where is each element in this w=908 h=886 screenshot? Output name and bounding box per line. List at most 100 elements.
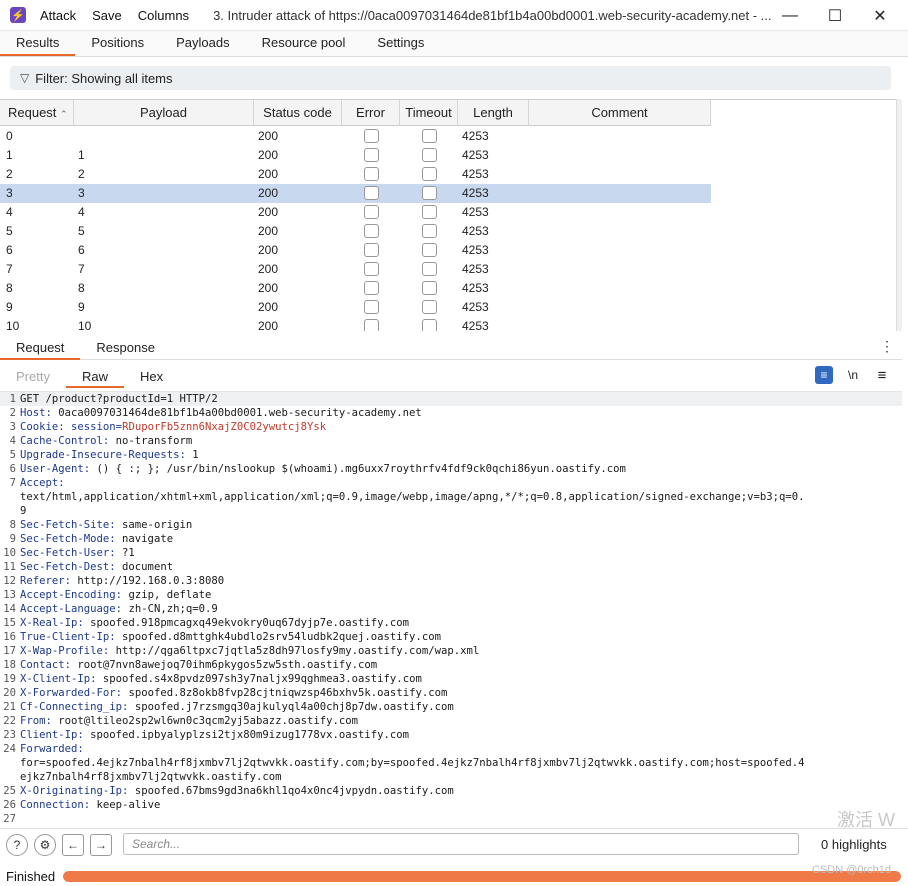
line-content: Accept-Language: zh-CN,zh;q=0.9	[20, 602, 218, 616]
request-line: 25 X-Originating-Ip: spoofed.67bms9gd3na6…	[0, 784, 902, 798]
tab-results[interactable]: Results	[0, 32, 76, 56]
cell-length: 4253	[462, 224, 489, 238]
table-row[interactable]: 7 7 200 4253	[0, 260, 711, 279]
header-value: keep-alive	[90, 799, 161, 811]
table-row[interactable]: 5 5 200 4253	[0, 222, 711, 241]
line-number: 6	[9, 463, 16, 475]
column-request[interactable]: Request ⌃	[0, 100, 74, 126]
header-name: Upgrade-Insecure-Requests:	[20, 449, 186, 461]
cell-request: 3	[6, 186, 13, 200]
tab-resource-pool[interactable]: Resource pool	[246, 32, 362, 56]
cell-length: 4253	[462, 319, 489, 331]
timeout-checkbox	[400, 222, 458, 241]
tab-raw[interactable]: Raw	[65, 366, 124, 388]
checkbox	[363, 129, 379, 143]
header-name: Cache-Control:	[20, 435, 110, 447]
menu-columns[interactable]: Columns	[138, 8, 189, 23]
line-content: Forwarded:	[20, 742, 84, 756]
cell-request: 5	[6, 224, 13, 238]
table-row[interactable]: 0 200 4253	[0, 127, 711, 146]
table-row[interactable]: 4 4 200 4253	[0, 203, 711, 222]
maximize-icon[interactable]: ☐	[812, 0, 858, 31]
line-number: 25	[3, 785, 16, 797]
request-line: 16 True-Client-Ip: spoofed.d8mttghk4ubdlo…	[0, 630, 902, 644]
table-row[interactable]: 9 9 200 4253	[0, 298, 711, 317]
column-status-code[interactable]: Status code	[254, 100, 342, 126]
burp-app-icon: ⚡	[10, 7, 26, 23]
line-number: 11	[3, 561, 16, 573]
line-content: Sec-Fetch-Site: same-origin	[20, 518, 192, 532]
column-length[interactable]: Length	[458, 100, 529, 126]
cell-payload	[74, 127, 254, 146]
line-number: 20	[3, 687, 16, 699]
cell-payload: 6	[78, 243, 85, 257]
search-input[interactable]	[123, 833, 799, 855]
request-line: 24 Forwarded:	[0, 742, 902, 756]
cell-status: 200	[258, 243, 279, 257]
minimize-icon[interactable]: —	[767, 0, 813, 31]
timeout-checkbox	[400, 146, 458, 165]
tab-pretty[interactable]: Pretty	[0, 366, 66, 388]
line-number: 10	[3, 547, 16, 559]
request-line: 20 X-Forwarded-For: spoofed.8z8okb8fvp28c…	[0, 686, 902, 700]
request-line: 26 Connection: keep-alive	[0, 798, 902, 812]
tab-request[interactable]: Request	[0, 336, 81, 360]
tab-positions[interactable]: Positions	[75, 32, 160, 56]
header-name: Sec-Fetch-User:	[20, 547, 116, 559]
error-checkbox	[342, 165, 400, 184]
line-number: 8	[9, 519, 16, 531]
menu-save[interactable]: Save	[92, 8, 122, 23]
request-line: 1 GET /product?productId=1 HTTP/2	[0, 392, 902, 406]
header-name: X-Forwarded-For:	[20, 687, 123, 699]
cell-status: 200	[258, 148, 279, 162]
line-content: X-Real-Ip: spoofed.918pmcagxq49ekvokry0u…	[20, 616, 409, 630]
request-line: 22 From: root@ltileo2sp2wl6wn0c3qcm2yj5ab…	[0, 714, 902, 728]
filter-bar[interactable]: ▽ Filter: Showing all items	[10, 66, 891, 90]
timeout-checkbox	[400, 317, 458, 331]
table-row[interactable]: 8 8 200 4253	[0, 279, 711, 298]
request-line: 7 Accept:	[0, 476, 902, 490]
header-value: spoofed.s4x8pvdz097sh3y7naljx99qghmea3.o…	[96, 673, 422, 685]
checkbox	[363, 281, 379, 295]
table-row[interactable]: 3 3 200 4253	[0, 184, 711, 203]
next-arrow-icon[interactable]: →	[90, 833, 112, 856]
request-line: text/html,application/xhtml+xml,applicat…	[0, 490, 902, 504]
cell-comment	[529, 146, 711, 165]
tab-payloads[interactable]: Payloads	[160, 32, 245, 56]
newline-icon[interactable]: \n	[845, 366, 861, 384]
timeout-checkbox	[400, 165, 458, 184]
column-comment[interactable]: Comment	[529, 100, 711, 126]
menu-attack[interactable]: Attack	[40, 8, 76, 23]
hamburger-menu-icon[interactable]: ≡	[875, 366, 889, 384]
table-scrollbar[interactable]	[896, 99, 902, 331]
line-content: X-Forwarded-For: spoofed.8z8okb8fvp28cjt…	[20, 686, 447, 700]
cell-comment	[529, 260, 711, 279]
cell-comment	[529, 127, 711, 146]
table-row[interactable]: 2 2 200 4253	[0, 165, 711, 184]
table-row[interactable]: 1 1 200 4253	[0, 146, 711, 165]
line-content: GET /product?productId=1 HTTP/2	[20, 392, 218, 406]
word-wrap-icon[interactable]: ≡	[815, 366, 833, 384]
column-timeout[interactable]: Timeout	[400, 100, 458, 126]
column-payload[interactable]: Payload	[74, 100, 254, 126]
request-editor[interactable]: 1 GET /product?productId=1 HTTP/2 2 Host: 0…	[0, 391, 902, 827]
header-value: 9	[20, 505, 27, 517]
column-error[interactable]: Error	[342, 100, 400, 126]
table-row[interactable]: 10 10 200 4253	[0, 317, 711, 331]
request-line: 21 Cf-Connecting_ip: spoofed.j7rzsmgq30aj…	[0, 700, 902, 714]
help-icon[interactable]: ?	[6, 833, 28, 856]
settings-gear-icon[interactable]: ⚙	[34, 833, 56, 856]
attack-tabs: Results Positions Payloads Resource pool…	[0, 31, 908, 57]
table-row[interactable]: 6 6 200 4253	[0, 241, 711, 260]
tab-settings[interactable]: Settings	[361, 32, 440, 56]
line-content: Cache-Control: no-transform	[20, 434, 192, 448]
previous-arrow-icon[interactable]: ←	[62, 833, 84, 856]
checkbox	[363, 243, 379, 257]
more-options-icon[interactable]: ⋮	[880, 338, 894, 355]
cell-length: 4253	[462, 167, 489, 181]
line-content: 9	[20, 504, 26, 518]
tab-hex[interactable]: Hex	[124, 366, 179, 388]
search-toolbar: ? ⚙ ← → 0 highlights	[0, 828, 908, 860]
tab-response[interactable]: Response	[80, 336, 171, 360]
close-icon[interactable]: ✕	[857, 0, 903, 31]
